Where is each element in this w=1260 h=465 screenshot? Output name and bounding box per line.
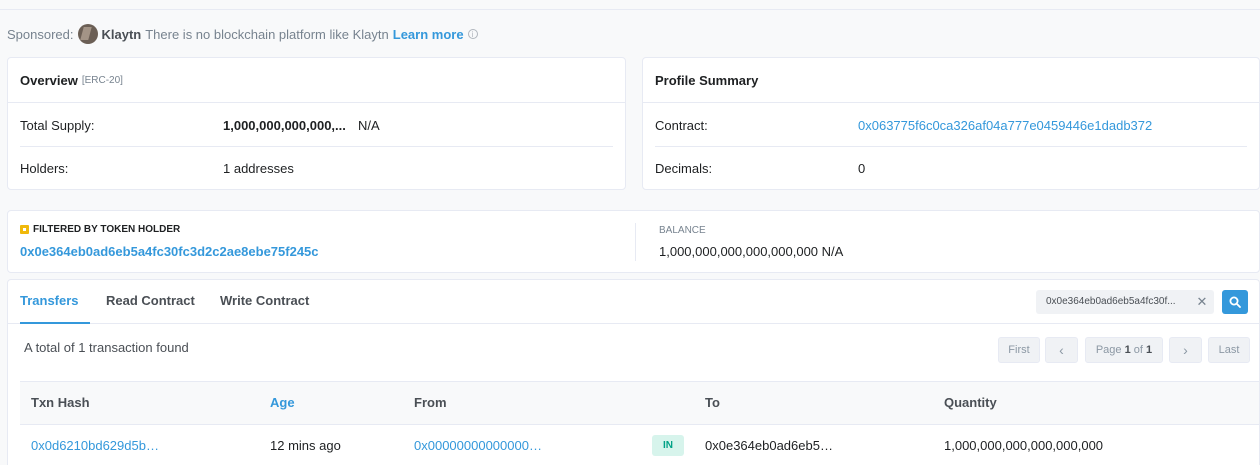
search-icon [1229,296,1241,308]
filter-label-text: FILTERED BY TOKEN HOLDER [33,224,181,235]
decimals-label: Decimals: [655,160,713,176]
table-header: Txn Hash Age From To Quantity [20,381,1259,425]
quantity-value: 1,000,000,000,000,000,000 [944,438,1104,453]
column-header-to: To [705,395,720,410]
klaytn-logo-icon [77,24,98,44]
to-address: 0x0e364eb0ad6eb5… [705,438,833,453]
pager-last-button[interactable]: Last [1208,337,1250,363]
tab-read-contract[interactable]: Read Contract [106,280,195,324]
column-header-quantity: Quantity [944,395,997,410]
decimals-value: 0 [858,160,866,176]
pager-next-button[interactable]: › [1169,337,1202,363]
profile-header: Profile Summary [643,58,1259,103]
overview-header: Overview [ERC-20] [8,58,625,103]
page-current: 1 [1124,344,1131,356]
tab-bar: Transfers Read Contract Write Contract 0… [8,280,1259,324]
transaction-count-text: A total of 1 transaction found [24,340,189,355]
total-supply-label: Total Supply: [20,117,95,133]
decimals-row: Decimals: 0 [655,146,1247,190]
sponsor-text: There is no blockchain platform like Kla… [145,26,389,42]
direction-badge: IN [652,435,684,456]
contract-row: Contract: 0x063775f6c0ca326af04a777e0459… [655,103,1247,147]
learn-more-link[interactable]: Learn more [393,27,464,42]
total-supply-unit: N/A [358,117,380,133]
page-prefix: Page [1095,344,1122,356]
clear-filter-button[interactable]: ✕ [1190,290,1214,314]
table-row: 0x0d6210bd629d5b… 12 mins ago 0x00000000… [20,426,1259,465]
info-icon[interactable]: i [467,29,478,39]
profile-title: Profile Summary [655,72,759,88]
sponsored-banner: Sponsored: Klaytn There is no blockchain… [7,24,478,44]
from-address-link[interactable]: 0x00000000000000… [414,426,542,465]
profile-summary-card: Profile Summary Contract: 0x063775f6c0ca… [642,57,1260,190]
holder-address-link[interactable]: 0x0e364eb0ad6eb5a4fc30fc3d2c2ae8ebe75f24… [20,244,319,259]
contract-address-link[interactable]: 0x063775f6c0ca326af04a777e0459446e1dadb3… [858,118,1152,133]
vertical-divider [635,223,636,261]
tab-transfers[interactable]: Transfers [20,280,90,324]
txn-hash-link[interactable]: 0x0d6210bd629d5b… [31,426,159,465]
total-supply-value: 1,000,000,000,000,... [223,117,346,133]
sponsored-label: Sponsored: [7,26,74,42]
txn-age: 12 mins ago [270,438,341,453]
tab-write-contract[interactable]: Write Contract [220,280,309,324]
column-header-txn-hash: Txn Hash [31,395,90,410]
holders-value: 1 addresses [223,160,294,176]
filter-label: FILTERED BY TOKEN HOLDER [20,224,180,235]
contract-label: Contract: [655,117,708,133]
column-header-from: From [414,395,447,410]
page-of: of [1133,344,1143,356]
total-supply-row: Total Supply: 1,000,000,000,000,... N/A [20,103,613,147]
overview-title: Overview [20,72,78,88]
lock-icon [20,225,29,234]
sponsor-brand: Klaytn [101,26,142,42]
page-total: 1 [1146,344,1153,356]
holders-label: Holders: [20,160,69,176]
token-holder-filter-card: FILTERED BY TOKEN HOLDER 0x0e364eb0ad6eb… [7,210,1260,273]
overview-card: Overview [ERC-20] Total Supply: 1,000,00… [7,57,626,190]
balance-value: 1,000,000,000,000,000,000 N/A [659,244,844,259]
column-header-age[interactable]: Age [270,382,295,424]
pager-first-button[interactable]: First [998,337,1040,363]
address-filter-input[interactable]: 0x0e364eb0ad6eb5a4fc30f... [1036,290,1190,314]
search-button[interactable] [1222,290,1248,314]
holders-row: Holders: 1 addresses [20,146,613,190]
token-standard-tag: [ERC-20] [81,74,123,86]
pager-prev-button[interactable]: ‹ [1045,337,1078,363]
pager-page-indicator: Page 1 of 1 [1085,337,1163,363]
transfers-card: Transfers Read Contract Write Contract 0… [7,279,1260,465]
top-divider [0,9,1260,10]
balance-label: BALANCE [659,225,706,236]
